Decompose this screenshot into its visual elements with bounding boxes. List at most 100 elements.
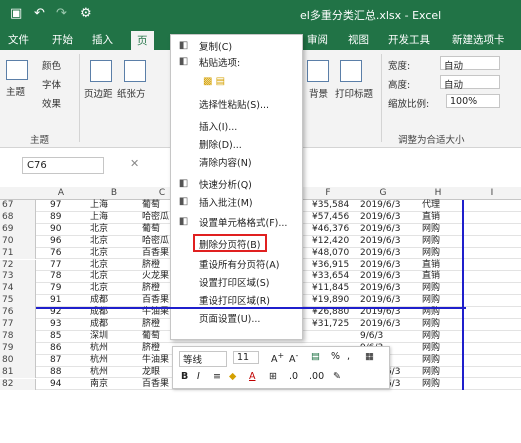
row-number[interactable]: 77 xyxy=(0,319,36,331)
background-button[interactable]: 背景 xyxy=(309,86,328,100)
menu-item[interactable]: 设置单元格格式(F)... xyxy=(199,215,287,229)
row-number[interactable]: 82 xyxy=(0,378,36,391)
menu-item[interactable]: 复制(C) xyxy=(199,39,232,53)
table-cell: 百香果 xyxy=(142,295,170,306)
menu-item[interactable]: 删除(D)... xyxy=(199,137,242,151)
accounting-format-icon[interactable]: ▤ xyxy=(311,351,320,362)
erase-icon[interactable]: ✎ xyxy=(333,371,341,382)
menu-item[interactable]: 粘贴选项: xyxy=(199,55,240,69)
italic-button[interactable]: I xyxy=(197,371,200,382)
tab-review[interactable]: 审阅 xyxy=(307,32,328,47)
margins-icon[interactable] xyxy=(90,60,112,82)
align-icon[interactable]: ≡ xyxy=(213,371,221,382)
row-number[interactable]: 79 xyxy=(0,342,36,355)
row-number[interactable]: 75 xyxy=(0,295,36,308)
menu-item[interactable]: 重设所有分页符(A) xyxy=(199,257,279,271)
cancel-icon[interactable]: ✕ xyxy=(130,157,139,170)
menu-item[interactable]: 设置打印区域(S) xyxy=(199,275,269,289)
orientation-icon[interactable] xyxy=(124,60,146,82)
themes-button[interactable]: 主题 xyxy=(6,84,25,98)
menu-item[interactable]: 插入批注(M) xyxy=(199,195,253,209)
undo-icon[interactable]: ↶ xyxy=(34,6,45,21)
row-number[interactable]: 72 xyxy=(0,259,36,272)
orientation-button[interactable]: 纸张方 xyxy=(117,86,146,100)
font-color-icon[interactable]: A xyxy=(249,371,256,382)
table-cell: 网购 xyxy=(422,342,441,353)
theme-icon[interactable] xyxy=(6,60,28,80)
tab-home[interactable]: 开始 xyxy=(52,32,73,47)
fonts-button[interactable]: 字体 xyxy=(42,77,61,91)
increase-font-icon[interactable]: A+ xyxy=(271,351,284,365)
table-cell: ¥35,584 xyxy=(312,200,350,210)
margins-button[interactable]: 页边距 xyxy=(84,86,113,100)
row-number[interactable]: 81 xyxy=(0,366,36,379)
row-number[interactable]: 74 xyxy=(0,283,36,296)
row-number[interactable]: 67 xyxy=(0,200,36,212)
tab-page-layout[interactable]: 页 xyxy=(131,31,154,50)
table-cell: 网购 xyxy=(422,378,441,389)
decrease-decimal-icon[interactable]: .00 xyxy=(309,371,324,382)
row-number[interactable]: 78 xyxy=(0,330,36,343)
table-cell: 2019/6/3 xyxy=(360,247,401,258)
print-titles-button[interactable]: 打印标题 xyxy=(335,86,373,100)
row-number[interactable]: 69 xyxy=(0,223,36,236)
table-cell: 葡萄 xyxy=(142,200,161,210)
background-icon[interactable] xyxy=(307,60,329,82)
font-name-select[interactable]: 等线 xyxy=(179,351,227,367)
column-header[interactable]: B xyxy=(86,188,142,198)
menu-item[interactable]: 插入(I)... xyxy=(199,119,237,133)
scale-input[interactable]: 100% xyxy=(446,94,500,108)
borders-icon[interactable]: ⊞ xyxy=(269,371,277,382)
save-icon[interactable]: ▣ xyxy=(10,6,22,21)
row-number[interactable]: 73 xyxy=(0,271,36,284)
colors-button[interactable]: 颜色 xyxy=(42,58,61,72)
table-cell: ¥57,456 xyxy=(312,211,350,222)
table-cell: 97 xyxy=(50,200,62,210)
menu-item[interactable]: 重设打印区域(R) xyxy=(199,293,270,307)
column-header[interactable]: I xyxy=(463,188,521,198)
decrease-font-icon[interactable]: A- xyxy=(289,351,298,365)
tab-file[interactable]: 文件 xyxy=(8,32,29,47)
format-painter-icon[interactable]: ▦ xyxy=(365,351,374,362)
tab-insert[interactable]: 插入 xyxy=(92,32,113,47)
redo-icon[interactable]: ↷ xyxy=(56,6,67,21)
height-select[interactable]: 自动 xyxy=(440,75,500,91)
increase-decimal-icon[interactable]: .0 xyxy=(289,371,298,382)
row-number[interactable]: 70 xyxy=(0,235,36,248)
table-cell: 杭州 xyxy=(90,366,109,377)
effects-button[interactable]: 效果 xyxy=(42,96,61,110)
column-header[interactable]: H xyxy=(413,188,463,198)
mini-toolbar: 等线 11 A+ A- ▤ % , ▦ B I ≡ ◆ A ⊞ .0 .00 ✎ xyxy=(172,346,390,389)
name-box[interactable]: C76 xyxy=(22,157,104,174)
row-number[interactable]: 80 xyxy=(0,354,36,367)
menu-item[interactable]: 页面设置(U)... xyxy=(199,311,260,325)
font-size-select[interactable]: 11 xyxy=(233,351,259,364)
percent-button[interactable]: % xyxy=(331,351,340,362)
column-header[interactable]: G xyxy=(353,188,413,198)
customize-icon[interactable]: ⚙ xyxy=(80,6,92,21)
table-cell: 网购 xyxy=(422,283,441,294)
column-header[interactable]: F xyxy=(303,188,353,198)
print-titles-icon[interactable] xyxy=(340,60,362,82)
comma-button[interactable]: , xyxy=(347,351,350,362)
menu-item[interactable]: 清除内容(N) xyxy=(199,155,252,169)
tab-view[interactable]: 视图 xyxy=(348,32,369,47)
menu-item[interactable]: 快速分析(Q) xyxy=(199,177,252,191)
bold-button[interactable]: B xyxy=(181,371,188,382)
tab-developer[interactable]: 开发工具 xyxy=(388,32,430,47)
column-header[interactable]: A xyxy=(36,188,86,198)
row-number[interactable]: 76 xyxy=(0,307,36,319)
highlight-box xyxy=(193,234,267,252)
table-cell: 网购 xyxy=(422,223,441,234)
fill-color-icon[interactable]: ◆ xyxy=(229,371,236,382)
row-number[interactable]: 68 xyxy=(0,211,36,224)
group-separator xyxy=(381,54,382,142)
table-cell: 哈密瓜 xyxy=(142,235,170,246)
context-menu: ◧ 复制(C) ◧ 粘贴选项: ▩ ▤ 选择性粘贴(S)... 插入(I)... 删除(D).… xyxy=(170,34,303,340)
menu-item[interactable]: 选择性粘贴(S)... xyxy=(199,97,269,111)
width-select[interactable]: 自动 xyxy=(440,56,500,72)
table-cell: ¥12,420 xyxy=(312,235,350,246)
tab-new[interactable]: 新建选项卡 xyxy=(452,32,505,47)
table-cell: 79 xyxy=(50,283,62,294)
row-number[interactable]: 71 xyxy=(0,247,36,260)
